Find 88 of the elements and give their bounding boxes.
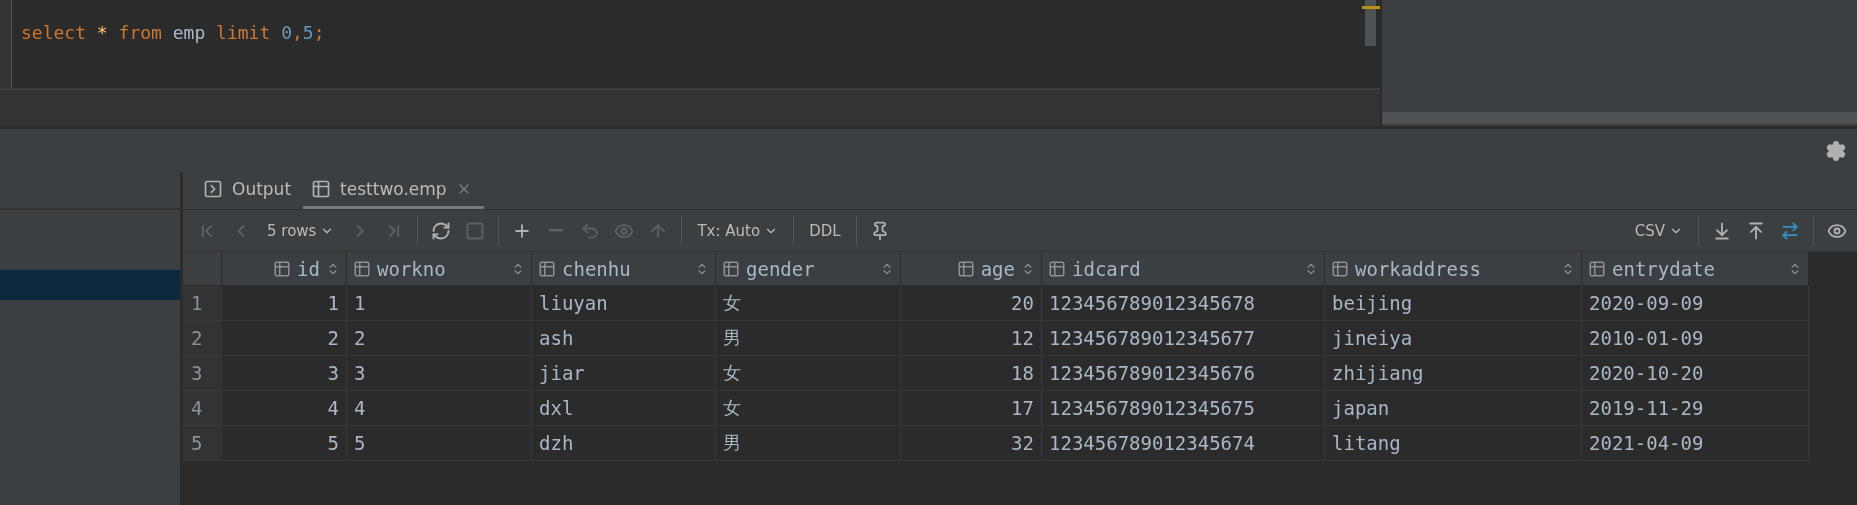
- upload-icon: [1746, 220, 1766, 241]
- table-cell: 女: [716, 286, 901, 321]
- table-cell: 12: [901, 321, 1042, 356]
- column-icon: [1588, 259, 1606, 278]
- table-cell: litang: [1325, 426, 1582, 461]
- settings-icon[interactable]: [1825, 139, 1847, 162]
- table-cell: 1: [347, 286, 532, 321]
- table-cell: jiar: [532, 356, 716, 391]
- table-cell: 123456789012345677: [1042, 321, 1325, 356]
- table-cell: 2021-04-09: [1582, 426, 1809, 461]
- table-cell: 17: [901, 391, 1042, 426]
- table-cell: 123456789012345678: [1042, 286, 1325, 321]
- stop-icon: [465, 220, 486, 241]
- column-name: age: [980, 257, 1015, 280]
- column-header[interactable]: age: [901, 252, 1042, 286]
- column-name: entrydate: [1612, 257, 1715, 280]
- column-header[interactable]: idcard: [1042, 252, 1325, 286]
- row-number: 2: [183, 321, 222, 356]
- table-cell: 2020-10-20: [1582, 356, 1809, 391]
- column-name: workaddress: [1355, 257, 1481, 280]
- column-icon: [538, 259, 556, 278]
- sql-code-line: select * from emp limit 0,5;: [20, 21, 325, 43]
- table-cell: 女: [716, 356, 901, 391]
- table-cell: dzh: [532, 426, 716, 461]
- table-cell: 123456789012345676: [1042, 356, 1325, 391]
- column-header[interactable]: id: [222, 252, 347, 286]
- table-icon: [311, 179, 332, 199]
- column-icon: [722, 259, 740, 278]
- table-cell: 2020-09-09: [1582, 286, 1809, 321]
- table-cell: 3: [347, 356, 532, 391]
- scrollbar-thumb[interactable]: [1382, 112, 1857, 124]
- dropdown-button[interactable]: CSV: [1626, 217, 1691, 244]
- table-cell: beijing: [1325, 286, 1582, 321]
- tab[interactable]: testtwo.emp: [303, 172, 484, 209]
- console-icon: [203, 179, 223, 199]
- table-cell: japan: [1325, 391, 1582, 426]
- table-cell: 2010-01-09: [1582, 321, 1809, 356]
- table-cell: 18: [901, 356, 1042, 391]
- table-cell: 123456789012345675: [1042, 391, 1325, 426]
- table-cell: 4: [222, 391, 347, 426]
- table-cell: zhijiang: [1325, 356, 1582, 391]
- column-header[interactable]: chenhu: [532, 252, 716, 286]
- column-icon: [1331, 259, 1349, 278]
- table-cell: 男: [716, 321, 901, 356]
- table-cell: jineiya: [1325, 321, 1582, 356]
- row-number: 4: [183, 391, 222, 426]
- table-cell: dxl: [532, 391, 716, 426]
- row-number: 1: [183, 286, 222, 321]
- column-name: workno: [377, 257, 446, 280]
- column-icon: [956, 259, 975, 278]
- column-header[interactable]: gender: [716, 252, 901, 286]
- table-cell: 2: [347, 321, 532, 356]
- dropdown-button[interactable]: 5 rows: [259, 217, 343, 244]
- table-cell: 4: [347, 391, 532, 426]
- table-cell: 32: [901, 426, 1042, 461]
- table-cell: 2019-11-29: [1582, 391, 1809, 426]
- table-cell: 1: [222, 286, 347, 321]
- column-header[interactable]: workno: [347, 252, 532, 286]
- refresh-icon: [431, 220, 452, 241]
- row-number: 3: [183, 356, 222, 391]
- table-cell: 女: [716, 391, 901, 426]
- table-cell: 男: [716, 426, 901, 461]
- table-cell: ash: [532, 321, 716, 356]
- column-name: idcard: [1072, 257, 1141, 280]
- dropdown-button[interactable]: Tx: Auto: [689, 217, 787, 244]
- table-cell: 3: [222, 356, 347, 391]
- column-icon: [1048, 259, 1066, 278]
- table-cell: 5: [222, 426, 347, 461]
- column-name: chenhu: [562, 257, 631, 280]
- table-cell: 20: [901, 286, 1042, 321]
- ddl-button[interactable]: DDL: [801, 217, 849, 244]
- column-icon: [353, 259, 371, 278]
- scrollbar-thumb[interactable]: [1365, 0, 1376, 46]
- column-header[interactable]: entrydate: [1582, 252, 1809, 286]
- column-name: gender: [746, 257, 815, 280]
- error-stripe-mark: [1362, 6, 1380, 9]
- table-cell: 123456789012345674: [1042, 426, 1325, 461]
- column-name: id: [297, 257, 320, 280]
- download-icon: [1712, 220, 1732, 241]
- column-header[interactable]: workaddress: [1325, 252, 1582, 286]
- table-cell: 2: [222, 321, 347, 356]
- arrows-icon: [1780, 220, 1800, 241]
- table-cell: 5: [347, 426, 532, 461]
- tab[interactable]: Output: [195, 172, 304, 209]
- row-number: 5: [183, 426, 222, 461]
- table-cell: liuyan: [532, 286, 716, 321]
- column-icon: [273, 259, 292, 278]
- minus-icon: [549, 229, 564, 232]
